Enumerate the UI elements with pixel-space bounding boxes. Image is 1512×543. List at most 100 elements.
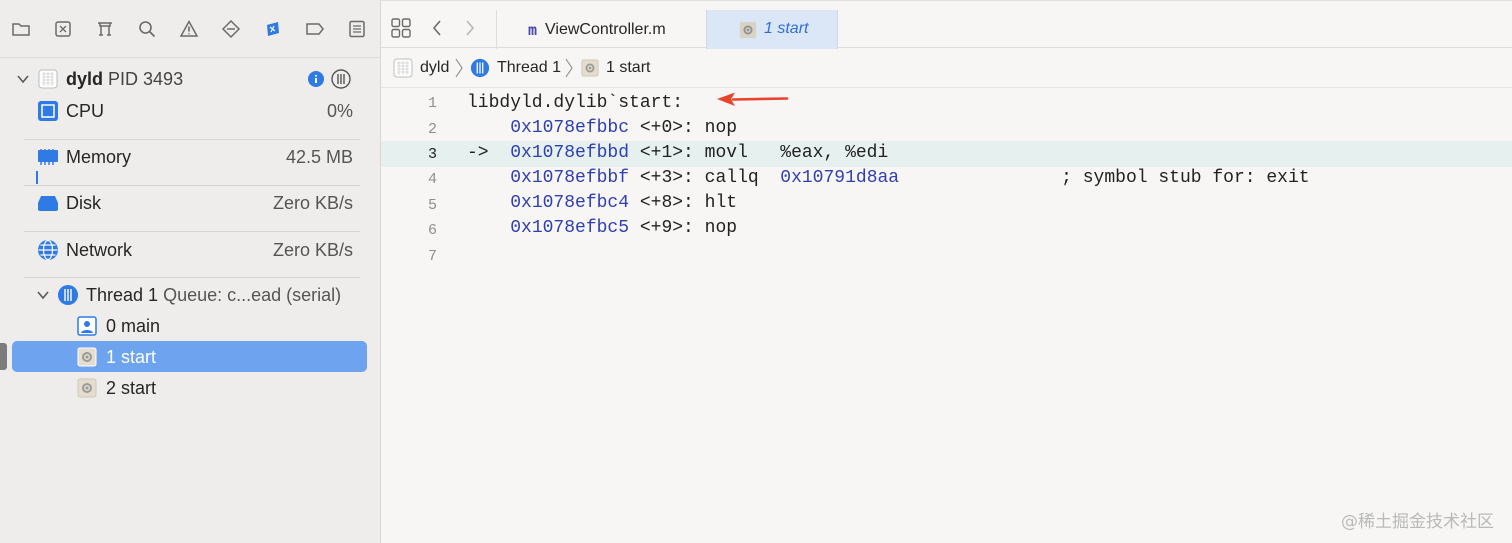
forward-icon[interactable]: [461, 19, 479, 37]
path-separator-icon: [564, 57, 574, 79]
objc-file-icon: m: [528, 20, 538, 39]
thread-gauge-icon[interactable]: [331, 69, 351, 89]
stack-frame-row[interactable]: 2 start: [0, 373, 381, 403]
back-icon[interactable]: [428, 19, 446, 37]
stack-frame-row-selected[interactable]: 1 start: [0, 342, 381, 372]
jumpbar-item-thread[interactable]: Thread 1: [497, 59, 561, 77]
test-icon[interactable]: [219, 17, 243, 41]
code-line: 0x1078efbbf <+3>: callq 0x10791d8aa ; sy…: [467, 168, 1310, 188]
jumpbar-item-frame[interactable]: 1 start: [606, 59, 650, 77]
cpu-gauge-row[interactable]: CPU 0%: [0, 96, 381, 126]
process-row[interactable]: dyld PID 3493: [0, 64, 381, 94]
network-gauge-row[interactable]: Network Zero KB/s: [0, 235, 381, 265]
code-address: 0x1078efbc5: [510, 218, 630, 238]
cpu-label: CPU: [66, 100, 105, 121]
divider: [24, 139, 360, 140]
code-address: 0x1078efbbf: [510, 168, 630, 188]
thread-queue: Queue: c...ead (serial): [163, 284, 342, 305]
code-instruction: <+3>: callq: [629, 168, 781, 188]
navigator-toolbar: [0, 0, 381, 58]
stack-frame-label: 0 main: [106, 315, 161, 336]
process-icon: [392, 57, 414, 79]
source-control-icon[interactable]: [51, 17, 75, 41]
code-address: 0x1078efbbd: [510, 143, 630, 163]
grid-icon[interactable]: [391, 18, 411, 38]
disassembly-editor: m ViewController.m 1 start dyld Thread 1…: [381, 0, 1512, 543]
stack-frame-label: 2 start: [106, 377, 157, 398]
tab-1-start[interactable]: 1 start: [706, 10, 838, 49]
breakpoint-icon[interactable]: [303, 17, 327, 41]
line-number: 4: [427, 171, 437, 188]
divider: [24, 231, 360, 232]
debug-icon[interactable]: [261, 17, 285, 41]
code-instruction: <+0>: nop: [629, 118, 738, 138]
thread-name: Thread 1: [86, 284, 159, 305]
network-value: Zero KB/s: [272, 239, 353, 260]
system-frame-icon: [77, 378, 97, 398]
debug-navigator: dyld PID 3493 CPU 0% Memory 42.5 MB Disk: [0, 0, 381, 543]
stack-frame-row[interactable]: 0 main: [0, 311, 381, 341]
system-frame-icon: [739, 21, 757, 39]
jump-bar: dyld Thread 1 1 start: [381, 48, 1512, 88]
find-icon[interactable]: [135, 17, 159, 41]
code-instruction: <+9>: nop: [629, 218, 738, 238]
disk-label: Disk: [66, 192, 101, 213]
code-line: 0x1078efbc5 <+9>: nop: [467, 218, 737, 238]
process-icon: [37, 68, 59, 90]
network-label: Network: [66, 239, 133, 260]
line-number-current: 3: [427, 146, 437, 163]
issue-icon[interactable]: [177, 17, 201, 41]
code-instruction: <+1>: movl %eax, %edi: [629, 143, 889, 163]
disk-value: Zero KB/s: [272, 192, 353, 213]
memory-value: 42.5 MB: [285, 146, 353, 167]
memory-usage-bar: [36, 171, 38, 184]
symbol-icon[interactable]: [93, 17, 117, 41]
thread-icon: [57, 284, 79, 306]
info-icon[interactable]: [307, 70, 325, 88]
system-frame-icon: [580, 58, 600, 78]
tab-bar: m ViewController.m 1 start: [381, 0, 1512, 49]
code-line: libdyld.dylib`start:: [467, 93, 683, 113]
annotation-arrow-icon: [717, 92, 789, 106]
tab-divider: [496, 10, 497, 49]
memory-gauge-row[interactable]: Memory 42.5 MB: [0, 142, 381, 172]
line-number: 5: [427, 197, 437, 214]
tab-viewcontroller[interactable]: m ViewController.m: [528, 10, 666, 49]
code-address: 0x1078efbc4: [510, 193, 630, 213]
code-prefix: [467, 118, 510, 138]
line-number: 1: [427, 95, 437, 112]
code-instruction: <+8>: hlt: [629, 193, 738, 213]
call-target-address[interactable]: 0x10791d8aa: [780, 168, 899, 188]
code-comment: ; symbol stub for: exit: [899, 168, 1310, 188]
memory-label: Memory: [66, 146, 132, 167]
line-number: 6: [427, 222, 437, 239]
jumpbar-item-dyld[interactable]: dyld: [420, 59, 449, 77]
process-pid: PID 3493: [108, 68, 184, 89]
path-separator-icon: [454, 57, 464, 79]
report-icon[interactable]: [345, 17, 369, 41]
tab-label: ViewController.m: [545, 20, 666, 38]
folder-icon[interactable]: [9, 17, 33, 41]
code-text: libdyld.dylib`start:: [467, 93, 684, 113]
disk-icon: [37, 194, 59, 212]
memory-icon: [37, 147, 59, 167]
thread-row[interactable]: Thread 1 Queue: c...ead (serial): [0, 280, 381, 310]
stack-frame-label: 1 start: [106, 346, 157, 367]
disclosure-chevron-icon[interactable]: [15, 71, 31, 87]
disk-gauge-row[interactable]: Disk Zero KB/s: [0, 188, 381, 218]
code-prefix: [467, 168, 510, 188]
divider: [24, 185, 360, 186]
line-number: 7: [427, 248, 437, 265]
disclosure-chevron-icon[interactable]: [36, 288, 50, 302]
cpu-value: 0%: [326, 100, 353, 121]
code-prefix: [467, 193, 510, 213]
code-prefix: [467, 218, 510, 238]
line-number: 2: [427, 121, 437, 138]
process-name: dyld: [66, 68, 104, 89]
divider: [24, 277, 360, 278]
globe-icon: [37, 239, 59, 261]
user-frame-icon: [77, 316, 97, 336]
cpu-icon: [37, 100, 59, 122]
code-address: 0x1078efbbc: [510, 118, 630, 138]
instruction-pointer-arrow: ->: [467, 143, 511, 163]
